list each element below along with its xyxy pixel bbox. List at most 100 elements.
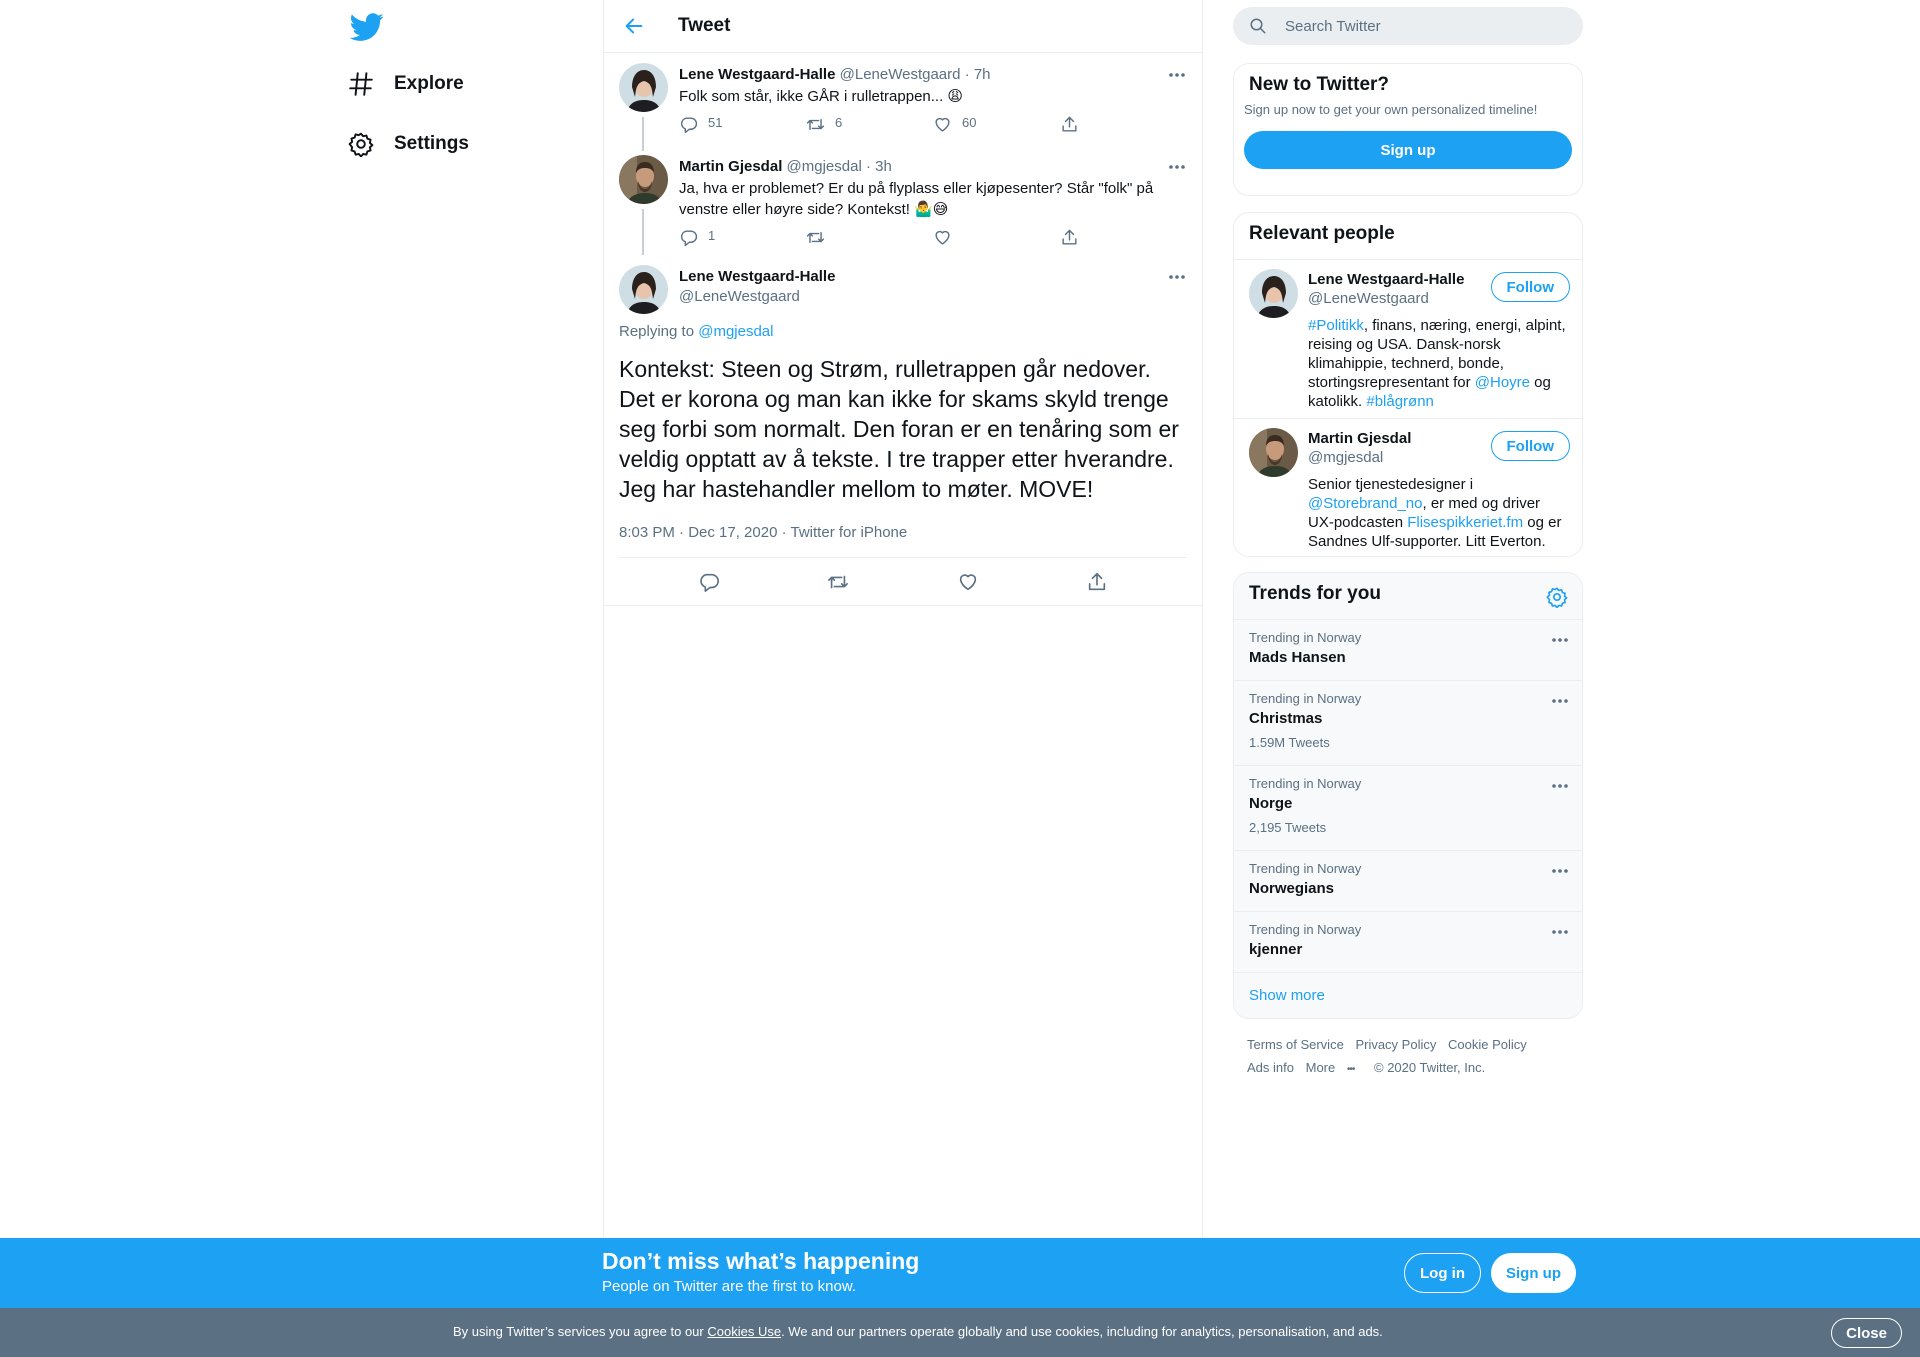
thread-tweet-2[interactable]: Martin Gjesdal @mgjesdal · 3h Ja, hva er… <box>604 145 1202 255</box>
trend-item[interactable]: Trending in Norway kjenner <box>1234 911 1582 972</box>
like-button[interactable] <box>957 571 979 593</box>
search-placeholder: Search Twitter <box>1285 17 1381 35</box>
replying-to-link[interactable]: @mgjesdal <box>698 323 773 340</box>
author-handle[interactable]: @mgjesdal <box>787 158 862 175</box>
more-options-icon[interactable] <box>1550 691 1570 711</box>
follow-button[interactable]: Follow <box>1490 272 1570 302</box>
search-input[interactable]: Search Twitter <box>1233 7 1583 45</box>
nav-settings-label: Settings <box>394 133 469 154</box>
tweet-timestamp[interactable]: 8:03 PM · Dec 17, 2020 <box>619 524 777 541</box>
avatar[interactable] <box>619 265 668 314</box>
more-options-icon[interactable] <box>1167 157 1187 177</box>
author-handle[interactable]: @LeneWestgaard <box>679 287 1187 307</box>
retweet-button[interactable] <box>827 571 849 593</box>
log-in-button[interactable]: Log in <box>1404 1253 1481 1293</box>
close-button[interactable]: Close <box>1831 1318 1902 1348</box>
reply-icon <box>680 230 698 247</box>
author-name[interactable]: Lene Westgaard-Halle <box>679 66 835 83</box>
bio-link[interactable]: #Politikk <box>1308 317 1364 334</box>
page-title: Tweet <box>678 15 731 36</box>
thread-connector <box>642 209 644 255</box>
reply-button[interactable]: 51 <box>679 115 806 135</box>
avatar[interactable] <box>1249 269 1298 318</box>
sign-up-button[interactable]: Sign up <box>1244 131 1572 169</box>
bio-link[interactable]: #blågrønn <box>1366 393 1434 410</box>
nav-settings[interactable]: Settings <box>348 124 469 164</box>
show-more-link[interactable]: Show more <box>1234 972 1582 1018</box>
share-icon <box>1089 572 1106 590</box>
privacy-link[interactable]: Privacy Policy <box>1355 1037 1436 1052</box>
person-item[interactable]: Lene Westgaard-Halle @LeneWestgaard Foll… <box>1234 259 1582 418</box>
avatar[interactable] <box>1249 428 1298 477</box>
retweet-button[interactable] <box>806 228 933 248</box>
bio-link[interactable]: @Hoyre <box>1475 374 1530 391</box>
focused-tweet: Lene Westgaard-Halle @LeneWestgaard Repl… <box>604 255 1202 606</box>
share-button[interactable] <box>1086 571 1108 593</box>
trend-context: Trending in Norway <box>1249 691 1362 706</box>
person-item[interactable]: Martin Gjesdal @mgjesdal Follow Senior t… <box>1234 418 1582 556</box>
tweet-time[interactable]: · 7h <box>965 66 991 83</box>
thread-tweet-1[interactable]: Lene Westgaard-Halle @LeneWestgaard · 7h… <box>604 53 1202 145</box>
trends-title: Trends for you <box>1249 583 1381 604</box>
trend-item[interactable]: Trending in Norway Mads Hansen <box>1234 619 1582 680</box>
nav-explore[interactable]: Explore <box>348 64 464 104</box>
banner-headline: Don’t miss what’s happening <box>602 1248 920 1274</box>
tweet-actions: 51 6 60 <box>679 115 1187 135</box>
like-button[interactable]: 60 <box>933 115 1060 135</box>
bio-link[interactable]: @Storebrand_no <box>1308 495 1422 512</box>
tweet-source[interactable]: Twitter for iPhone <box>791 524 908 541</box>
ads-info-link[interactable]: Ads info <box>1247 1060 1294 1075</box>
trend-name: Norwegians <box>1249 880 1335 897</box>
reply-button[interactable] <box>698 571 720 593</box>
copyright: © 2020 Twitter, Inc. <box>1374 1060 1486 1075</box>
twitter-logo-icon[interactable] <box>350 10 384 44</box>
reply-count: 1 <box>708 228 716 243</box>
author-handle[interactable]: @LeneWestgaard <box>840 66 961 83</box>
banner-sign-up-button[interactable]: Sign up <box>1491 1253 1576 1293</box>
follow-button[interactable]: Follow <box>1490 431 1570 461</box>
retweet-button[interactable]: 6 <box>806 115 933 135</box>
card-subtitle: Sign up now to get your own personalized… <box>1244 102 1538 117</box>
trend-count: 1.59M Tweets <box>1249 735 1330 750</box>
more-options-icon[interactable] <box>1550 861 1570 881</box>
more-label: More <box>1305 1060 1336 1075</box>
author-name[interactable]: Martin Gjesdal <box>679 158 782 175</box>
more-options-icon[interactable] <box>1167 267 1187 287</box>
more-options-icon[interactable] <box>1550 630 1570 650</box>
back-button[interactable] <box>614 6 654 46</box>
more-link[interactable]: More ••• <box>1306 1060 1363 1075</box>
retweet-icon <box>828 575 849 588</box>
trend-name: Mads Hansen <box>1249 649 1346 666</box>
cookie-text: By using Twitter’s services you agree to… <box>453 1324 1383 1339</box>
hashtag-icon <box>348 71 374 97</box>
more-options-icon[interactable] <box>1550 776 1570 796</box>
reply-button[interactable]: 1 <box>679 228 806 248</box>
tweet-time[interactable]: · 3h <box>866 158 892 175</box>
person-bio: #Politikk, finans, næring, energi, alpin… <box>1308 316 1567 411</box>
like-button[interactable] <box>933 228 1060 248</box>
replying-to: Replying to @mgjesdal <box>619 323 1187 340</box>
card-title: New to Twitter? <box>1249 74 1390 95</box>
trend-item[interactable]: Trending in Norway Christmas 1.59M Tweet… <box>1234 680 1582 765</box>
more-options-icon[interactable] <box>1167 65 1187 85</box>
cookie-bar: By using Twitter’s services you agree to… <box>0 1308 1920 1357</box>
trend-name: kjenner <box>1249 941 1303 958</box>
card-title: Trends for you <box>1234 573 1582 619</box>
footer-links: Terms of Service Privacy Policy Cookie P… <box>1247 1033 1535 1081</box>
share-button[interactable] <box>1060 228 1187 248</box>
banner-subtext: People on Twitter are the first to know. <box>602 1278 857 1295</box>
avatar[interactable] <box>619 63 668 112</box>
share-button[interactable] <box>1060 115 1187 135</box>
terms-link[interactable]: Terms of Service <box>1247 1037 1344 1052</box>
cookie-policy-link[interactable]: Cookie Policy <box>1448 1037 1527 1052</box>
more-options-icon[interactable] <box>1550 922 1570 942</box>
author-name[interactable]: Lene Westgaard-Halle <box>679 268 835 285</box>
bio-link[interactable]: Flisespikkeriet.fm <box>1407 514 1523 531</box>
cookies-use-link[interactable]: Cookies Use <box>707 1324 781 1339</box>
gear-icon[interactable] <box>1546 586 1568 608</box>
avatar[interactable] <box>619 155 668 204</box>
trend-item[interactable]: Trending in Norway Norwegians <box>1234 850 1582 911</box>
relevant-people-card: Relevant people Lene Westgaard-Halle @Le… <box>1233 212 1583 557</box>
trend-item[interactable]: Trending in Norway Norge 2,195 Tweets <box>1234 765 1582 850</box>
show-more-label: Show more <box>1249 987 1325 1004</box>
